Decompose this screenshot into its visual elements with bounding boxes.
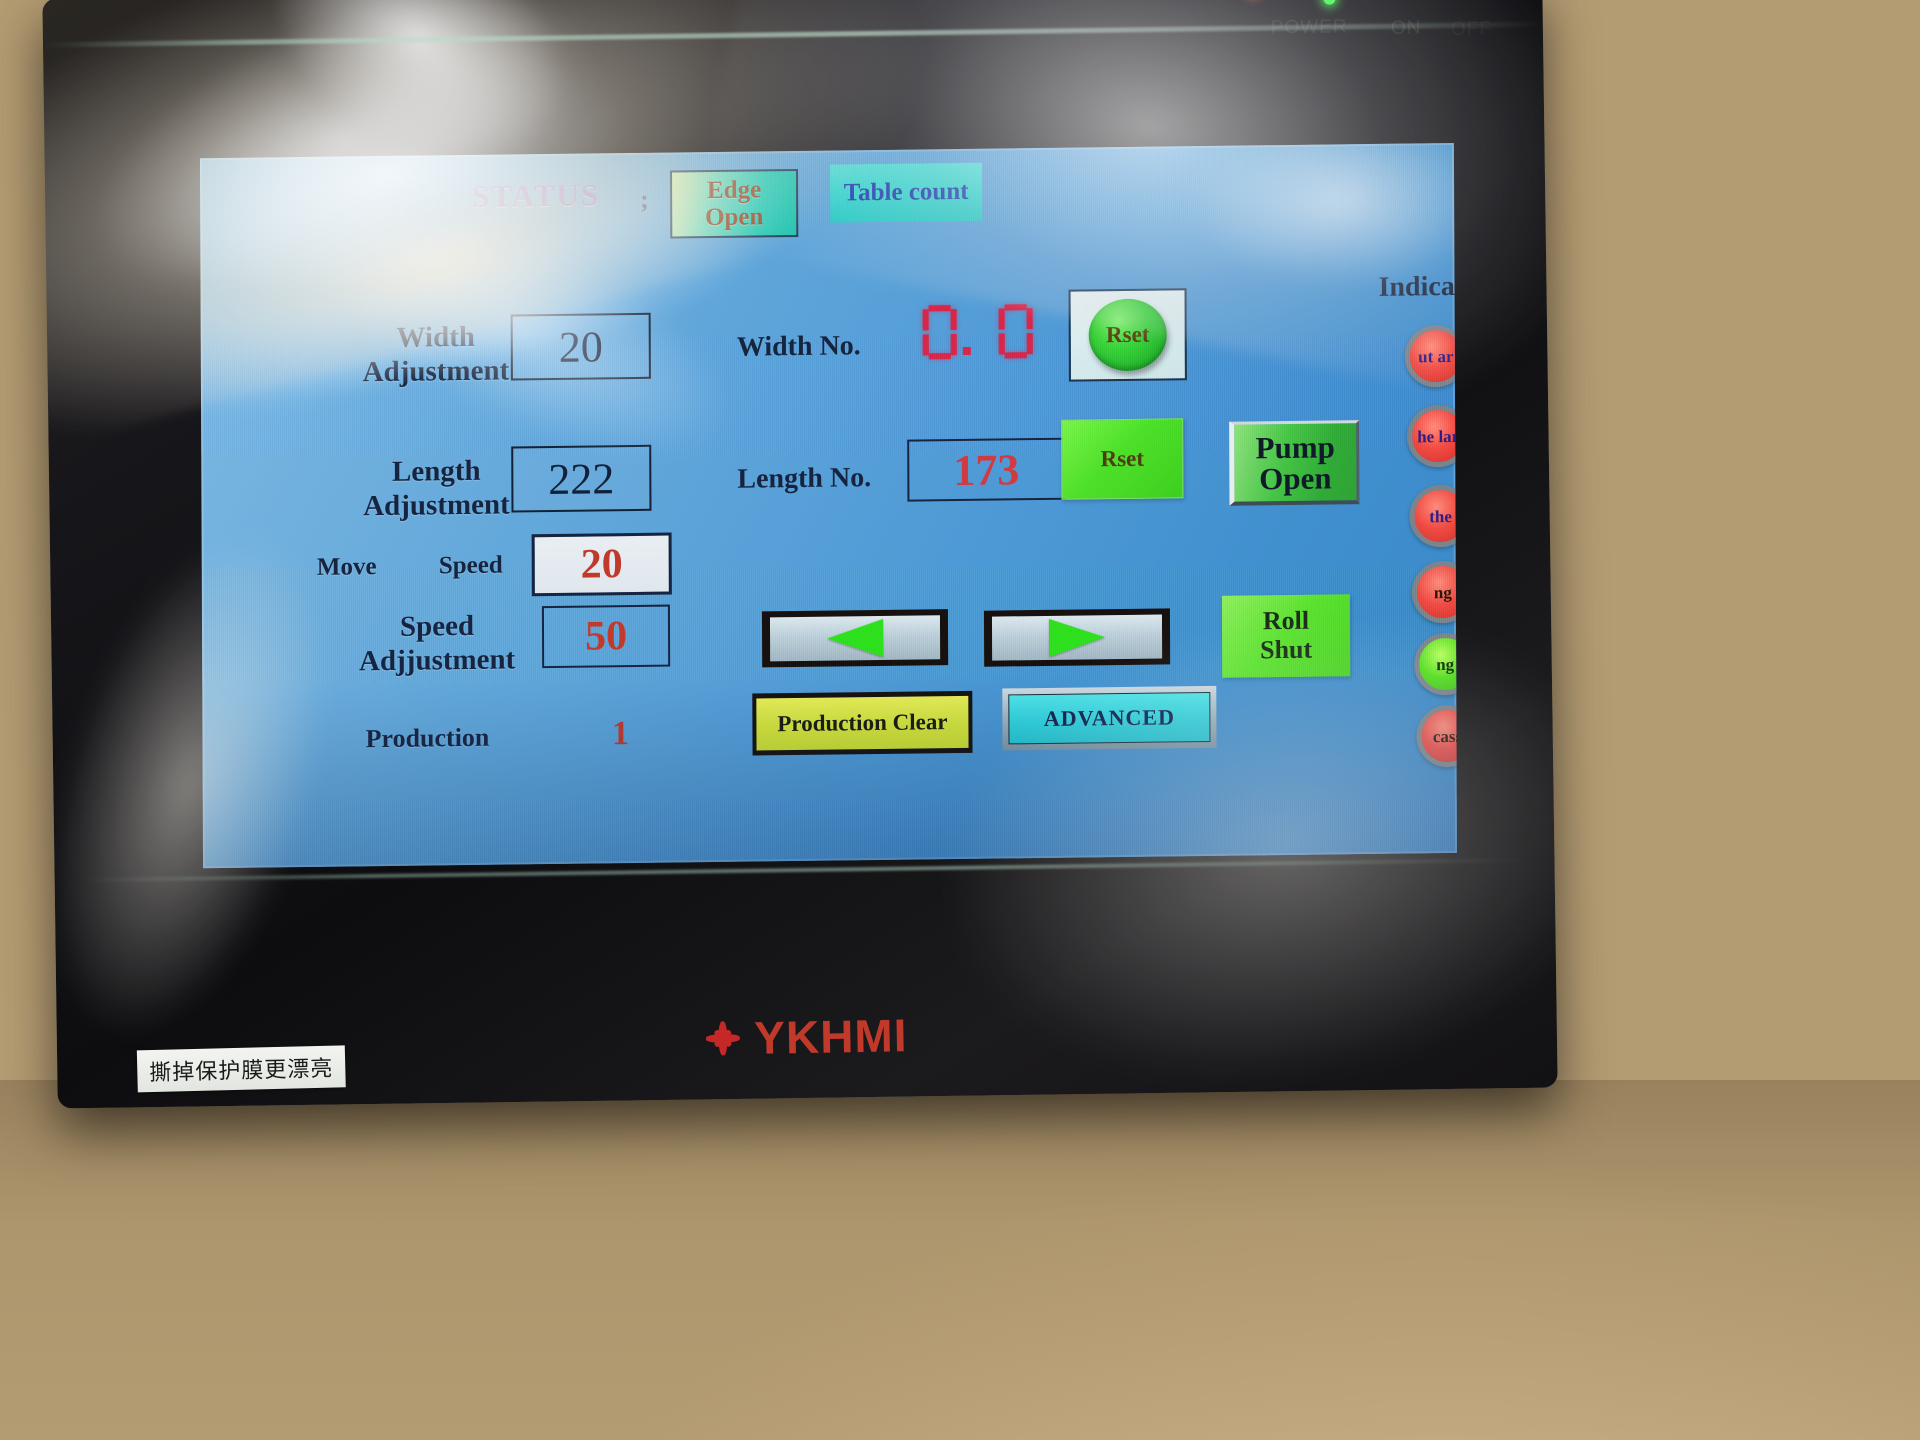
indicator-lamp-label: the (1429, 506, 1452, 526)
right-arrow-icon (1048, 618, 1106, 657)
off-label: OFF (1450, 18, 1493, 40)
production-label: Production (365, 722, 490, 754)
edge-open-status-button[interactable]: Edge Open (670, 168, 799, 239)
indicator-lamp: ng (1414, 632, 1458, 696)
status-separator: ; (640, 184, 649, 214)
advanced-face: ADVANCED (1008, 691, 1211, 745)
production-clear-face: Production Clear (756, 695, 969, 751)
indicator-lamp: the (1409, 484, 1458, 548)
move-label: Move (316, 553, 377, 581)
seven-segment-decimal-point (962, 346, 971, 355)
on-label: ON (1390, 17, 1422, 39)
speed-adjustment-label: Speed Adjjustment (322, 609, 552, 679)
indicator-lamp: he lar (1407, 404, 1458, 468)
lcd-screen[interactable]: STATUS ; Edge Open Table count Width Adj… (199, 142, 1458, 869)
production-clear-button[interactable]: Production Clear (752, 690, 973, 756)
width-adjustment-input[interactable]: 20 (510, 312, 651, 381)
pump-open-line1: Pump (1255, 428, 1335, 465)
indicator-lamp-label: cass (1432, 726, 1458, 746)
jog-right-button[interactable] (983, 608, 1171, 667)
width-no-label: Width No. (736, 330, 861, 363)
seven-segment-digit (998, 304, 1033, 359)
indicator-lamp: ng (1411, 560, 1458, 624)
status-led-green (1323, 0, 1336, 5)
speed-label: Speed (438, 551, 503, 580)
roll-shut-button[interactable]: Roll Shut (1221, 594, 1351, 678)
roll-shut-line2: Shut (1260, 634, 1313, 665)
speed-adjustment-input[interactable]: 50 (541, 604, 671, 669)
desk-shadow (0, 1080, 1920, 1440)
power-label: POWER (1270, 16, 1348, 39)
hmi-monitor: POWER ON OFF STATUS ; Edge Open Table co… (42, 0, 1558, 1109)
hmi-content: STATUS ; Edge Open Table count Width Adj… (200, 143, 1458, 868)
status-label: STATUS (472, 177, 601, 214)
indicator-lamp: cass (1416, 704, 1458, 768)
indicator-lamp-label: ut ar (1418, 346, 1454, 366)
indicator-title: Indicator (1378, 270, 1458, 303)
jog-left-button[interactable] (761, 609, 949, 668)
indicator-lamp: ut ar (1404, 324, 1458, 388)
length-no-display[interactable]: 173 (907, 437, 1066, 502)
length-no-value: 173 (953, 444, 1020, 495)
width-reset-button[interactable]: Rset (1068, 288, 1187, 382)
speed-adjustment-value: 50 (584, 613, 628, 660)
speed-adjustment-label-line1: Speed (399, 609, 475, 643)
edge-open-line1: Edge (706, 176, 762, 205)
left-arrow-icon (826, 618, 884, 658)
jog-right-face (991, 614, 1163, 661)
indicator-lamp-label: he lar (1417, 426, 1458, 446)
move-speed-value: 20 (580, 541, 623, 588)
ykhmi-flower-icon (706, 1021, 741, 1056)
width-reset-label: Rset (1105, 321, 1150, 348)
length-adjustment-input[interactable]: 222 (511, 444, 652, 513)
move-speed-input[interactable]: 20 (531, 532, 672, 597)
width-no-seven-segment-display (922, 304, 1033, 360)
indicator-lamp-label: ng (1433, 582, 1452, 602)
roll-shut-line1: Roll (1262, 606, 1310, 636)
jog-left-face (769, 615, 941, 662)
production-clear-label: Production Clear (777, 709, 948, 737)
pump-open-button[interactable]: Pump Open (1229, 420, 1360, 506)
speed-adjustment-label-line2: Adjjustment (358, 643, 516, 677)
length-reset-label: Rset (1100, 445, 1145, 472)
table-count-button[interactable]: Table count (829, 162, 983, 223)
length-no-label: Length No. (737, 462, 872, 495)
pump-open-line2: Open (1259, 459, 1332, 496)
production-value: 1 (611, 715, 630, 753)
length-adjustment-value: 222 (548, 453, 615, 504)
advanced-label: ADVANCED (1043, 704, 1175, 731)
seven-segment-digit (922, 305, 957, 360)
protective-film-tab: 撕掉保护膜更漂亮 (136, 1045, 346, 1093)
reset-knob-icon: Rset (1088, 298, 1167, 372)
advanced-button[interactable]: ADVANCED (1002, 685, 1217, 751)
width-adjustment-value: 20 (558, 321, 603, 372)
brand-name: YKHMI (753, 1009, 908, 1064)
indicator-lamp-label: ng (1436, 654, 1455, 674)
table-count-label: Table count (843, 177, 969, 207)
length-reset-button[interactable]: Rset (1061, 418, 1184, 500)
edge-open-line2: Open (704, 203, 764, 232)
